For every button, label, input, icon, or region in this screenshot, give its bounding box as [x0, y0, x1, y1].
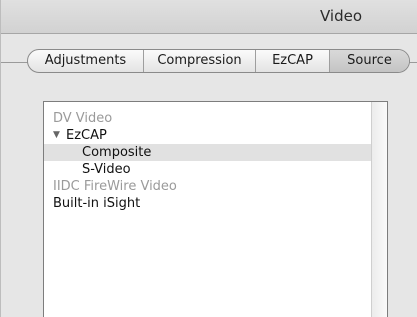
list-item-s-video[interactable]: S-Video [44, 161, 372, 178]
list-item-label: Built-in iSight [53, 196, 141, 211]
tab-source[interactable]: Source [330, 50, 409, 72]
list-item-label: DV Video [53, 111, 113, 126]
list-item-dv-video[interactable]: DV Video [44, 110, 372, 127]
list-item-iidc-firewire-video[interactable]: IIDC FireWire Video [44, 178, 372, 195]
source-device-list[interactable]: DV Video ▼ EzCAP Composite S-Video IIDC … [43, 101, 388, 317]
list-item-label: IIDC FireWire Video [53, 179, 177, 194]
tab-ezcap[interactable]: EzCAP [256, 50, 330, 72]
title-bar[interactable]: Video [1, 0, 417, 34]
list-item-label: S-Video [82, 162, 131, 177]
video-settings-window: Video Adjustments Compression EzCAP Sour… [0, 0, 417, 317]
disclosure-triangle-icon[interactable]: ▼ [53, 127, 60, 144]
list-item-ezcap[interactable]: ▼ EzCAP [44, 127, 372, 144]
list-item-label: EzCAP [66, 128, 107, 143]
list-item-label: Composite [82, 145, 152, 160]
list-item-composite[interactable]: Composite [44, 144, 372, 161]
tab-adjustments[interactable]: Adjustments [28, 50, 144, 72]
tab-bar: Adjustments Compression EzCAP Source [27, 49, 410, 73]
tab-compression[interactable]: Compression [144, 50, 256, 72]
vertical-scrollbar[interactable] [371, 102, 387, 317]
list-item-built-in-isight[interactable]: Built-in iSight [44, 195, 372, 212]
window-title: Video [319, 7, 362, 25]
